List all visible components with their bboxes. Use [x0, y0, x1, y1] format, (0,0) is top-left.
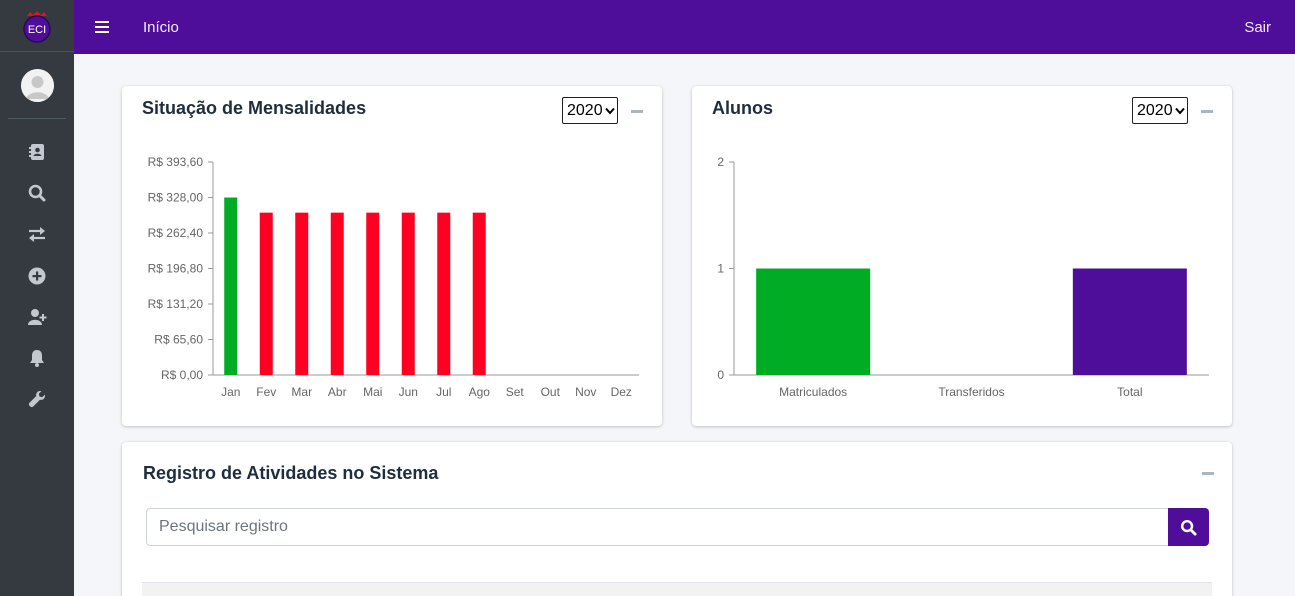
- bell-icon: [30, 350, 44, 368]
- mensalidades-bar: [401, 212, 415, 375]
- sidebar-item-novo-aluno[interactable]: [0, 296, 74, 337]
- mensalidades-x-tick-label: Nov: [575, 385, 596, 399]
- sidebar-item-pesquisa[interactable]: [0, 172, 74, 213]
- mensalidades-bar: [295, 212, 309, 375]
- mensalidades-y-tick-label: R$ 65,60: [154, 333, 203, 347]
- user-panel: [8, 52, 66, 119]
- mensalidades-y-tick-label: R$ 393,60: [148, 155, 204, 169]
- mensalidades-bar: [330, 212, 344, 375]
- mensalidades-x-tick-label: Mar: [291, 385, 312, 399]
- alunos-y-tick-label: 2: [717, 155, 724, 169]
- alunos-bar: [756, 268, 871, 375]
- sidebar-item-configuracoes[interactable]: [0, 379, 74, 420]
- mensalidades-y-tick-label: R$ 262,40: [148, 226, 204, 240]
- mensalidades-y-tick-label: R$ 196,80: [148, 262, 204, 276]
- hamburger-icon: [95, 21, 109, 33]
- exchange-icon: [29, 227, 45, 243]
- plus-circle-icon: [28, 267, 46, 285]
- menu-toggle-button[interactable]: [95, 18, 113, 36]
- alunos-y-tick-label: 0: [717, 368, 724, 382]
- mensalidades-x-tick-label: Jan: [221, 385, 240, 399]
- registro-search: [146, 508, 1210, 546]
- logout-link[interactable]: Sair: [1244, 19, 1271, 36]
- sidebar-item-transferencia[interactable]: [0, 214, 74, 255]
- address-book-icon: [29, 143, 44, 160]
- brand-link[interactable]: ECI: [0, 0, 74, 52]
- sidebar: ECI: [0, 0, 74, 596]
- alunos-x-tick-label: Matriculados: [779, 385, 847, 399]
- mensalidades-card: Situação de Mensalidades 2020 R$ 0,00 R$ …: [122, 86, 662, 426]
- registro-title: Registro de Atividades no Sistema: [143, 463, 439, 483]
- mensalidades-bar: [437, 212, 451, 375]
- search-icon: [1180, 519, 1197, 536]
- mensalidades-chart: R$ 0,00 R$ 65,60 R$ 131,20 R$ 196,80 R$ 262,…: [148, 155, 639, 399]
- logo-text: ECI: [28, 24, 46, 36]
- mensalidades-x-tick-label: Mai: [363, 385, 382, 399]
- alunos-chart: 0 1 2 Matriculados Transferidos Total: [717, 155, 1209, 399]
- mensalidades-bar: [259, 212, 273, 375]
- alunos-x-tick-label: Total: [1117, 385, 1142, 399]
- mensalidades-x-tick-label: Out: [541, 385, 561, 399]
- mensalidades-y-tick-label: R$ 0,00: [161, 368, 203, 382]
- search-icon: [28, 184, 46, 202]
- mensalidades-x-tick-label: Fev: [256, 385, 276, 399]
- mensalidades-y-tick-label: R$ 328,00: [148, 191, 204, 205]
- alunos-x-tick-label: Transferidos: [938, 385, 1004, 399]
- mensalidades-x-tick-label: Jul: [436, 385, 451, 399]
- registro-table-header: [142, 582, 1212, 596]
- user-avatar-icon: [20, 68, 54, 102]
- registro-search-button[interactable]: [1168, 508, 1209, 546]
- mensalidades-bar: [224, 197, 238, 375]
- mensalidades-x-tick-label: Jun: [399, 385, 418, 399]
- sidebar-item-cadastro[interactable]: [0, 131, 74, 172]
- registro-collapse-button[interactable]: [1202, 472, 1214, 475]
- sidebar-item-adicionar[interactable]: [0, 255, 74, 296]
- alunos-card: Alunos 2020 0 1 2 Matriculados Transferidos T…: [692, 86, 1232, 426]
- alunos-bar: [1072, 268, 1187, 375]
- sidebar-nav: [0, 131, 74, 420]
- school-logo: ECI: [23, 10, 51, 43]
- mensalidades-bar: [472, 212, 486, 375]
- alunos-y-tick-label: 1: [717, 262, 724, 276]
- mensalidades-bar: [366, 212, 380, 375]
- wrench-icon: [28, 391, 45, 408]
- user-plus-icon: [28, 308, 47, 325]
- mensalidades-x-tick-label: Dez: [611, 385, 632, 399]
- registro-search-input[interactable]: [146, 508, 1169, 546]
- avatar[interactable]: [20, 68, 54, 102]
- mensalidades-x-tick-label: Set: [506, 385, 525, 399]
- registro-card: Registro de Atividades no Sistema: [122, 442, 1232, 596]
- sidebar-item-notificacoes[interactable]: [0, 337, 74, 378]
- mensalidades-y-tick-label: R$ 131,20: [148, 297, 204, 311]
- mensalidades-x-tick-label: Abr: [328, 385, 347, 399]
- mensalidades-x-tick-label: Ago: [469, 385, 491, 399]
- home-link[interactable]: Início: [143, 19, 179, 36]
- top-navbar: Início Sair: [74, 0, 1295, 54]
